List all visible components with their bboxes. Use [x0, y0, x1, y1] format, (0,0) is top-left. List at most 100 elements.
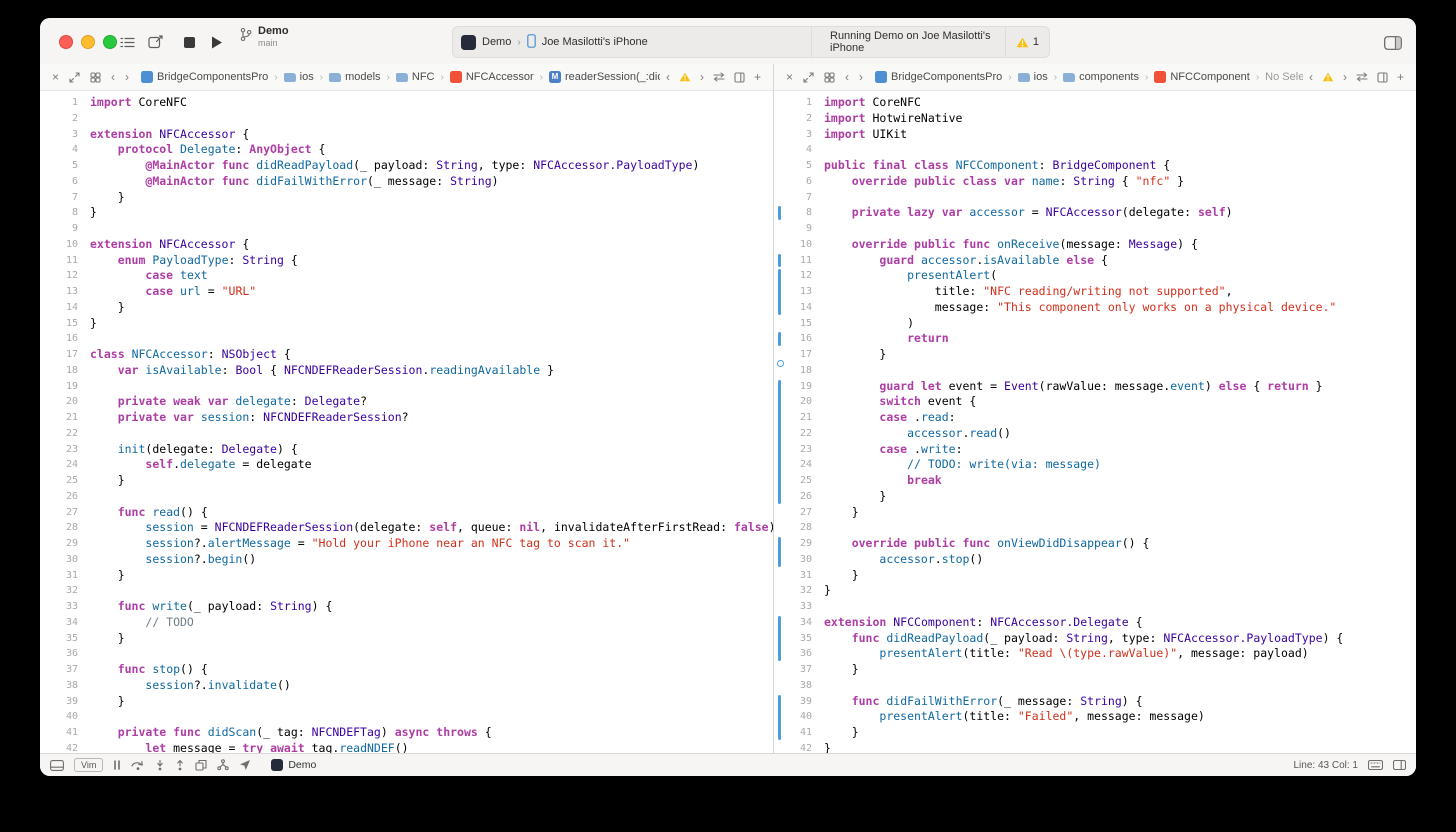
code-line[interactable]: 37 }: [774, 662, 1416, 678]
breadcrumb-item[interactable]: components: [1063, 71, 1139, 83]
counterparts-icon[interactable]: [709, 72, 729, 82]
line-number[interactable]: 36: [40, 646, 78, 662]
next-issue-icon[interactable]: ›: [1339, 71, 1351, 83]
breadcrumb-item[interactable]: ios: [1017, 71, 1048, 83]
breadcrumb-item[interactable]: BridgeComponentsPro: [141, 71, 268, 83]
code-editor[interactable]: 1 import CoreNFC 2 3 extension NFCAccessor {…: [40, 91, 773, 754]
split-editor-icon[interactable]: [65, 71, 84, 83]
code-line[interactable]: 9: [774, 221, 1416, 237]
line-number[interactable]: 34: [40, 615, 78, 631]
code-line[interactable]: 26 }: [774, 489, 1416, 505]
code-line[interactable]: 31 }: [774, 568, 1416, 584]
code-line[interactable]: 33: [774, 599, 1416, 615]
line-number[interactable]: 14: [40, 300, 78, 316]
code-line[interactable]: 31 }: [40, 568, 773, 584]
close-split-icon[interactable]: ×: [48, 71, 63, 83]
pause-icon[interactable]: [113, 760, 121, 770]
code-line[interactable]: 27 }: [774, 505, 1416, 521]
line-number[interactable]: 5: [774, 158, 812, 174]
code-line[interactable]: 35 }: [40, 631, 773, 647]
code-line[interactable]: 15 ): [774, 316, 1416, 332]
view-hierarchy-icon[interactable]: [195, 759, 207, 771]
line-number[interactable]: 28: [40, 520, 78, 536]
code-line[interactable]: 13 title: "NFC reading/writing not suppo…: [774, 284, 1416, 300]
breadcrumb-item[interactable]: NFC: [395, 71, 434, 83]
related-items-icon[interactable]: [86, 71, 105, 83]
line-number[interactable]: 24: [40, 457, 78, 473]
code-line[interactable]: 24 // TODO: write(via: message): [774, 457, 1416, 473]
code-line[interactable]: 32}: [774, 583, 1416, 599]
line-number[interactable]: 37: [40, 662, 78, 678]
line-number[interactable]: 33: [40, 599, 78, 615]
line-number[interactable]: 13: [40, 284, 78, 300]
run-destination-selector[interactable]: Demo › Joe Masilotti's iPhone: [453, 27, 811, 57]
line-number[interactable]: 9: [774, 221, 812, 237]
line-number[interactable]: 1: [774, 95, 812, 111]
code-line[interactable]: 34 extension NFCComponent: NFCAccessor.De…: [774, 615, 1416, 631]
line-number[interactable]: 23: [40, 442, 78, 458]
code-line[interactable]: 17 class NFCAccessor: NSObject {: [40, 347, 773, 363]
line-number[interactable]: 35: [40, 631, 78, 647]
code-line[interactable]: 8 private lazy var accessor = NFCAccesso…: [774, 205, 1416, 221]
code-line[interactable]: 22: [40, 426, 773, 442]
line-number[interactable]: 15: [774, 316, 812, 332]
pane-divider[interactable]: [773, 64, 774, 754]
breadcrumb-item[interactable]: MreaderSession(_:didDetect:): [549, 71, 660, 83]
split-editor-icon[interactable]: [799, 71, 818, 83]
compose-editor-icon[interactable]: [146, 33, 165, 51]
vim-mode-badge[interactable]: Vim: [74, 758, 104, 772]
minimize-window-button[interactable]: [81, 35, 95, 49]
line-number[interactable]: 28: [774, 520, 812, 536]
line-number[interactable]: 5: [40, 158, 78, 174]
code-line[interactable]: 39 func didFailWithError(_ message: Stri…: [774, 694, 1416, 710]
code-line[interactable]: 27 func read() {: [40, 505, 773, 521]
line-number[interactable]: 10: [774, 237, 812, 253]
back-icon[interactable]: ‹: [841, 71, 853, 83]
breadcrumb-item[interactable]: NFCAccessor: [449, 71, 534, 83]
memory-graph-icon[interactable]: [217, 759, 230, 771]
line-number[interactable]: 30: [40, 552, 78, 568]
breadcrumb-item[interactable]: models: [329, 71, 381, 83]
code-line[interactable]: 41 }: [774, 725, 1416, 741]
next-issue-icon[interactable]: ›: [696, 71, 708, 83]
issue-warning-icon[interactable]: [1318, 72, 1338, 82]
line-number[interactable]: 26: [40, 489, 78, 505]
code-line[interactable]: 7: [774, 190, 1416, 206]
warning-badge[interactable]: 1: [1004, 27, 1049, 57]
code-line[interactable]: 11 enum PayloadType: String {: [40, 253, 773, 269]
breadcrumb-item[interactable]: No Selection: [1265, 71, 1303, 83]
breadcrumb-item[interactable]: ios: [283, 71, 314, 83]
code-line[interactable]: 13 case url = "URL": [40, 284, 773, 300]
line-number[interactable]: 31: [774, 568, 812, 584]
line-number[interactable]: 3: [774, 127, 812, 143]
code-line[interactable]: 11 guard accessor.isAvailable else {: [774, 253, 1416, 269]
prev-issue-icon[interactable]: ‹: [662, 71, 674, 83]
stop-button[interactable]: [182, 35, 197, 50]
line-number[interactable]: 25: [40, 473, 78, 489]
code-line[interactable]: 38 session?.invalidate(): [40, 678, 773, 694]
code-line[interactable]: 3 import UIKit: [774, 127, 1416, 143]
code-line[interactable]: 37 func stop() {: [40, 662, 773, 678]
issue-warning-icon[interactable]: [675, 72, 695, 82]
code-line[interactable]: 32: [40, 583, 773, 599]
simulate-location-icon[interactable]: [239, 759, 251, 771]
code-line[interactable]: 36: [40, 646, 773, 662]
code-line[interactable]: 14 }: [40, 300, 773, 316]
code-line[interactable]: 24 self.delegate = delegate: [40, 457, 773, 473]
editor-layout-icon[interactable]: [1393, 760, 1406, 770]
add-editor-icon[interactable]: +: [750, 71, 765, 83]
code-line[interactable]: 21 private var session: NFCNDEFReaderSes…: [40, 410, 773, 426]
code-line[interactable]: 18: [774, 363, 1416, 379]
line-number[interactable]: 17: [40, 347, 78, 363]
code-line[interactable]: 21 case .read:: [774, 410, 1416, 426]
code-line[interactable]: 1 import CoreNFC: [774, 95, 1416, 111]
code-line[interactable]: 12 case text: [40, 268, 773, 284]
code-line[interactable]: 10 extension NFCAccessor {: [40, 237, 773, 253]
code-line[interactable]: 36 presentAlert(title: "Read \(type.rawV…: [774, 646, 1416, 662]
code-line[interactable]: 10 override public func onReceive(messag…: [774, 237, 1416, 253]
code-line[interactable]: 9: [40, 221, 773, 237]
code-line[interactable]: 39 }: [40, 694, 773, 710]
line-number[interactable]: 33: [774, 599, 812, 615]
code-line[interactable]: 42}: [774, 741, 1416, 754]
code-line[interactable]: 6 @MainActor func didFailWithError(_ mes…: [40, 174, 773, 190]
